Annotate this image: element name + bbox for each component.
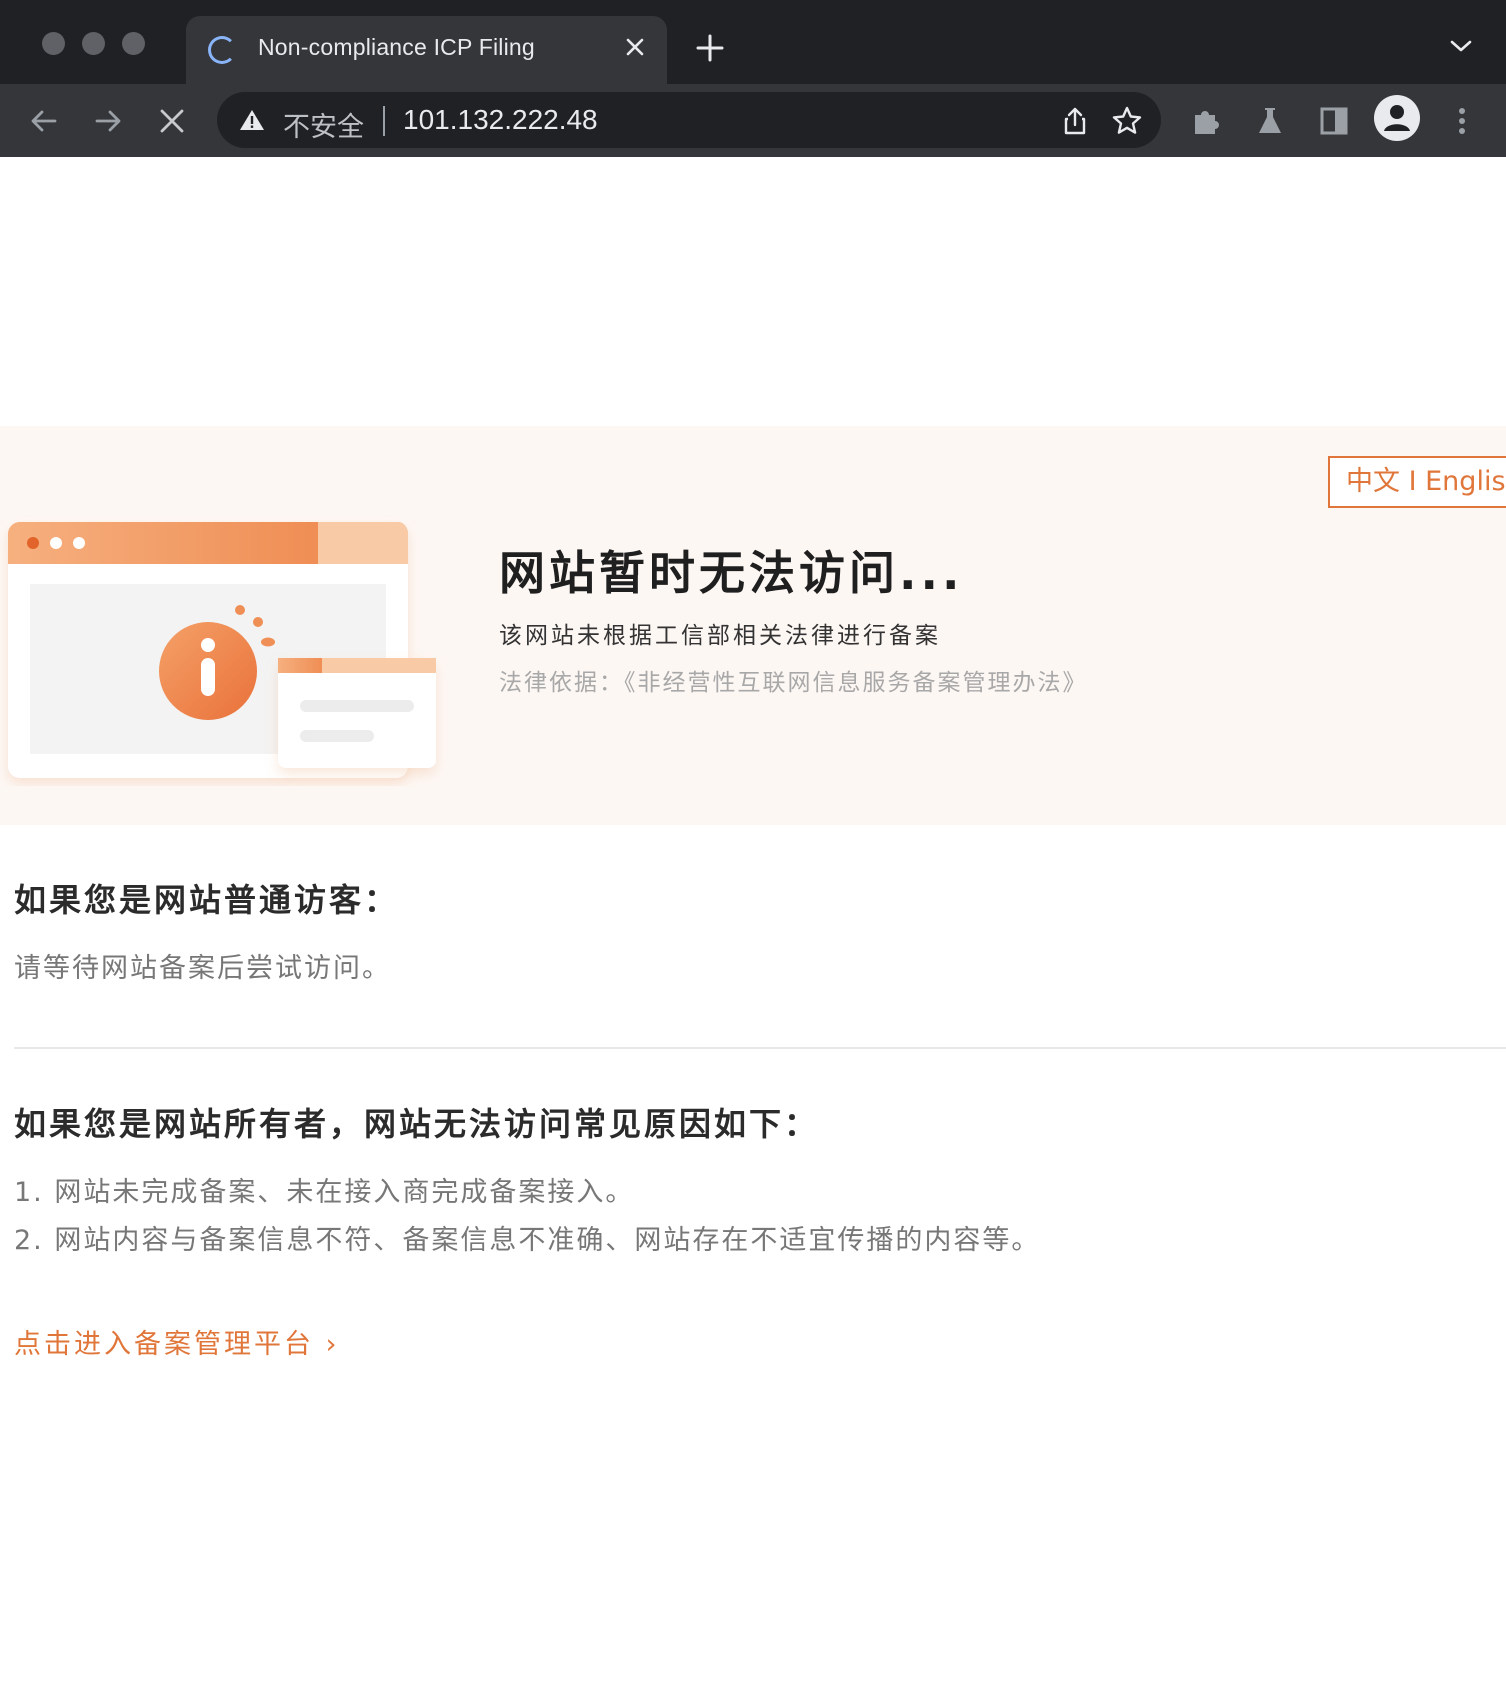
legal-basis-text: 法律依据：《非经营性互联网信息服务备案管理办法》 <box>499 670 1088 696</box>
extensions-puzzle-icon[interactable] <box>1189 104 1223 138</box>
tab-title: Non-compliance ICP Filing <box>258 34 535 60</box>
window-close-dot[interactable] <box>42 32 65 55</box>
visitor-section-heading: 如果您是网站普通访客： <box>14 881 400 919</box>
side-panel-icon[interactable] <box>1317 104 1351 138</box>
filing-platform-link[interactable]: 点击进入备案管理平台 › <box>14 1322 339 1361</box>
address-bar[interactable]: 不安全 101.132.222.48 <box>217 92 1161 148</box>
browser-window-chrome: Non-compliance ICP Filing 不安全 101.132.22… <box>0 0 1506 157</box>
share-icon[interactable] <box>1059 105 1091 137</box>
loading-spinner-icon <box>208 36 236 64</box>
security-status-label[interactable]: 不安全 <box>283 105 364 144</box>
address-separator <box>383 106 385 136</box>
browser-tab[interactable]: Non-compliance ICP Filing <box>186 16 667 84</box>
language-switch[interactable]: 中文 I English <box>1328 456 1506 508</box>
labs-flask-icon[interactable] <box>1253 104 1287 138</box>
website-unavailable-illustration-icon <box>0 486 450 790</box>
owner-reason-item: 1. 网站未完成备案、未在接入商完成备案接入。 <box>14 1177 635 1208</box>
visitor-instruction-text: 请等待网站备案后尝试访问。 <box>14 953 391 984</box>
back-arrow-icon[interactable] <box>27 104 61 138</box>
owner-reason-item: 2. 网站内容与备案信息不符、备案信息不准确、网站存在不适宜传播的内容等。 <box>14 1225 1041 1256</box>
section-divider <box>14 1047 1506 1049</box>
url-text[interactable]: 101.132.222.48 <box>403 104 598 136</box>
tab-strip: Non-compliance ICP Filing <box>0 0 1506 84</box>
profile-avatar-icon[interactable] <box>1374 95 1420 141</box>
bookmark-star-icon[interactable] <box>1111 105 1143 137</box>
new-tab-icon[interactable] <box>690 28 730 68</box>
owner-section-heading: 如果您是网站所有者，网站无法访问常见原因如下： <box>14 1105 820 1143</box>
window-minimize-dot[interactable] <box>82 32 105 55</box>
page-subtitle: 该网站未根据工信部相关法律进行备案 <box>499 623 941 649</box>
browser-menu-kebab-icon[interactable] <box>1445 104 1479 138</box>
stop-loading-icon[interactable] <box>155 104 189 138</box>
browser-toolbar: 不安全 101.132.222.48 <box>0 84 1506 157</box>
forward-arrow-icon[interactable] <box>91 104 125 138</box>
tab-search-chevron-icon[interactable] <box>1448 36 1474 60</box>
page-title: 网站暂时无法访问... <box>499 546 964 600</box>
tab-close-icon[interactable] <box>620 32 650 62</box>
not-secure-warning-icon[interactable] <box>239 108 265 136</box>
window-zoom-dot[interactable] <box>122 32 145 55</box>
warning-banner: 中文 I English 网站暂时无法访问... 该网站未根据工信部相关法律进行… <box>0 426 1506 825</box>
